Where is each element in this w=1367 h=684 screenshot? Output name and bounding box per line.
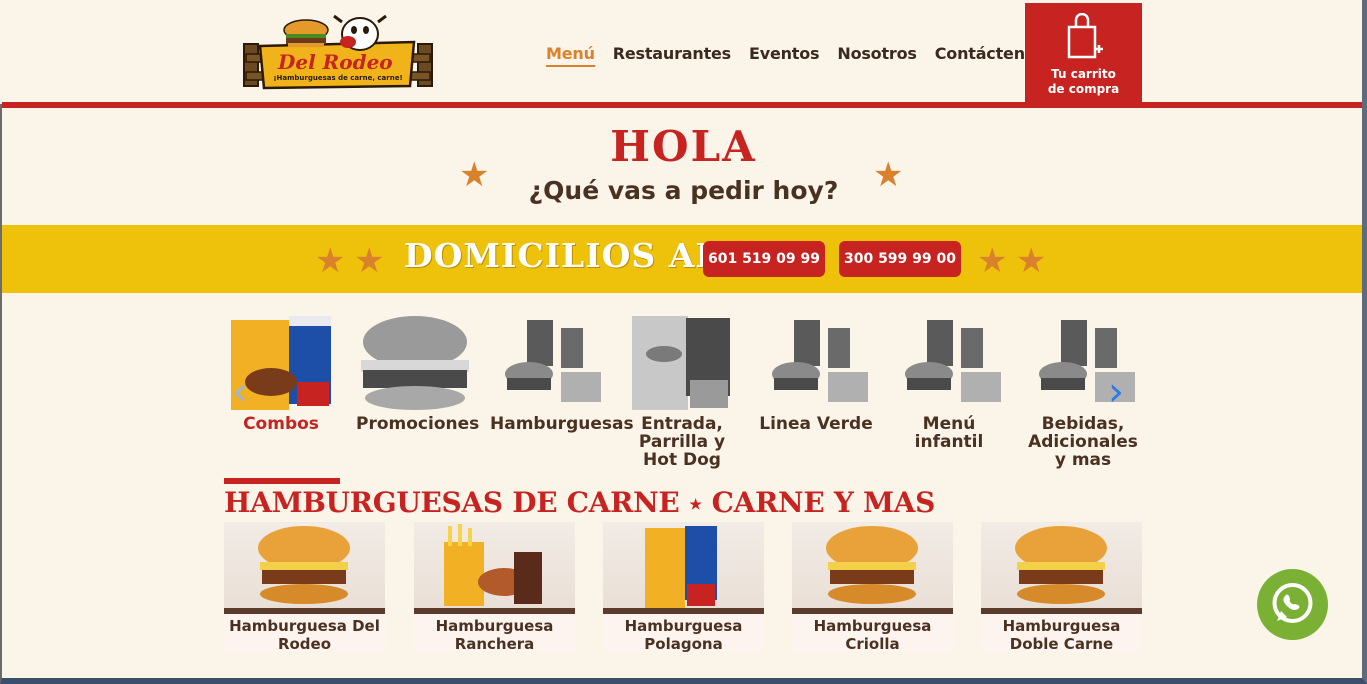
phone-button-1[interactable]: 601 519 09 99 xyxy=(703,241,825,277)
product-card[interactable]: Hamburguesa Criolla xyxy=(792,522,953,653)
main-nav: Menú Restaurantes Eventos Nosotros Contá… xyxy=(546,44,1063,67)
burger-combo-image xyxy=(758,314,874,412)
burger-image xyxy=(792,522,953,608)
category-label: Linea Verde xyxy=(759,414,873,434)
product-divider xyxy=(792,608,953,614)
category-label: Hamburguesas xyxy=(490,414,634,434)
shopping-bag-icon xyxy=(1067,13,1103,59)
burger-image xyxy=(224,522,385,608)
nav-nosotros[interactable]: Nosotros xyxy=(837,44,917,67)
product-name: Hamburguesa Polagona xyxy=(624,617,743,653)
star-icon: ★ xyxy=(1016,241,1047,281)
product-card[interactable]: Hamburguesa Polagona xyxy=(603,522,764,653)
burger-image xyxy=(357,314,473,412)
cart-label-line2: de compra xyxy=(1047,82,1120,96)
category-linea-verde[interactable]: Linea Verde xyxy=(757,314,875,433)
star-icon: ★ xyxy=(354,241,385,281)
burger-fries-image xyxy=(414,522,575,608)
combo-image xyxy=(624,314,740,412)
product-card[interactable]: Hamburguesa Doble Carne xyxy=(981,522,1142,653)
product-name: Hamburguesa Doble Carne xyxy=(1002,617,1121,653)
cart-label: Tu carrito de compra xyxy=(1025,67,1142,97)
star-icon: ★ xyxy=(873,155,904,195)
category-label: Promociones xyxy=(356,414,480,434)
whatsapp-button[interactable] xyxy=(1257,569,1328,640)
star-icon: ★ xyxy=(315,241,346,281)
product-divider xyxy=(414,608,575,614)
product-name: Hamburguesa Ranchera xyxy=(435,617,554,653)
category-label: Entrada, Parrilla y Hot Dog xyxy=(638,414,726,470)
category-bebidas-adicionales[interactable]: Bebidas, Adicionales y mas xyxy=(1024,314,1142,469)
star-icon: ★ xyxy=(459,155,490,195)
logo-tagline: ¡Hamburguesas de carne, carne! xyxy=(273,74,403,82)
category-label: Combos xyxy=(243,414,319,434)
product-card[interactable]: Hamburguesa Del Rodeo xyxy=(224,522,385,653)
section-accent-bar xyxy=(224,478,340,484)
category-entrada-parrilla-hotdog[interactable]: Entrada, Parrilla y Hot Dog xyxy=(623,314,741,469)
cart-button[interactable]: Tu carrito de compra xyxy=(1025,3,1142,104)
chevron-left-icon[interactable]: ‹ xyxy=(232,372,248,412)
cart-label-line1: Tu carrito xyxy=(1051,67,1116,81)
product-divider xyxy=(603,608,764,614)
category-label: Bebidas, Adicionales y mas xyxy=(1028,414,1138,470)
header-divider xyxy=(2,102,1362,108)
site-header: Del Rodeo ¡Hamburguesas de carne, carne!… xyxy=(0,0,1362,104)
product-divider xyxy=(981,608,1142,614)
category-label: Menú infantil xyxy=(914,414,984,452)
hero-subtitle: ¿Qué vas a pedir hoy? xyxy=(528,176,839,205)
nav-eventos[interactable]: Eventos xyxy=(749,44,820,67)
product-card[interactable]: Hamburguesa Ranchera xyxy=(414,522,575,653)
chevron-right-icon[interactable]: › xyxy=(1108,372,1124,412)
section-title: HAMBURGUESAS DE CARNE ★ CARNE Y MAS xyxy=(224,486,935,519)
delivery-text: DOMICILIOS AL xyxy=(404,236,720,275)
product-divider xyxy=(224,608,385,614)
whatsapp-icon xyxy=(1272,583,1313,623)
section-title-part2: CARNE Y MAS xyxy=(711,486,936,519)
burger-image xyxy=(981,522,1142,608)
star-separator-icon: ★ xyxy=(689,496,702,513)
category-menu-infantil[interactable]: Menú infantil xyxy=(890,314,1008,451)
section-title-part1: HAMBURGUESAS DE CARNE xyxy=(224,486,680,519)
logo-text: Del Rodeo xyxy=(278,50,393,74)
category-promociones[interactable]: Promociones xyxy=(356,314,480,434)
category-hamburguesas[interactable]: Hamburguesas xyxy=(490,314,634,434)
phone-button-2[interactable]: 300 599 99 00 xyxy=(839,241,961,277)
star-icon: ★ xyxy=(977,241,1008,281)
nav-menu[interactable]: Menú xyxy=(546,44,595,67)
nav-restaurantes[interactable]: Restaurantes xyxy=(613,44,731,67)
burger-combo-image xyxy=(891,314,1007,412)
product-name: Hamburguesa Criolla xyxy=(813,617,932,653)
burger-combo-image xyxy=(491,314,607,412)
hero-title: HOLA xyxy=(610,122,757,171)
product-name: Hamburguesa Del Rodeo xyxy=(229,617,380,653)
combo-image xyxy=(603,522,764,608)
